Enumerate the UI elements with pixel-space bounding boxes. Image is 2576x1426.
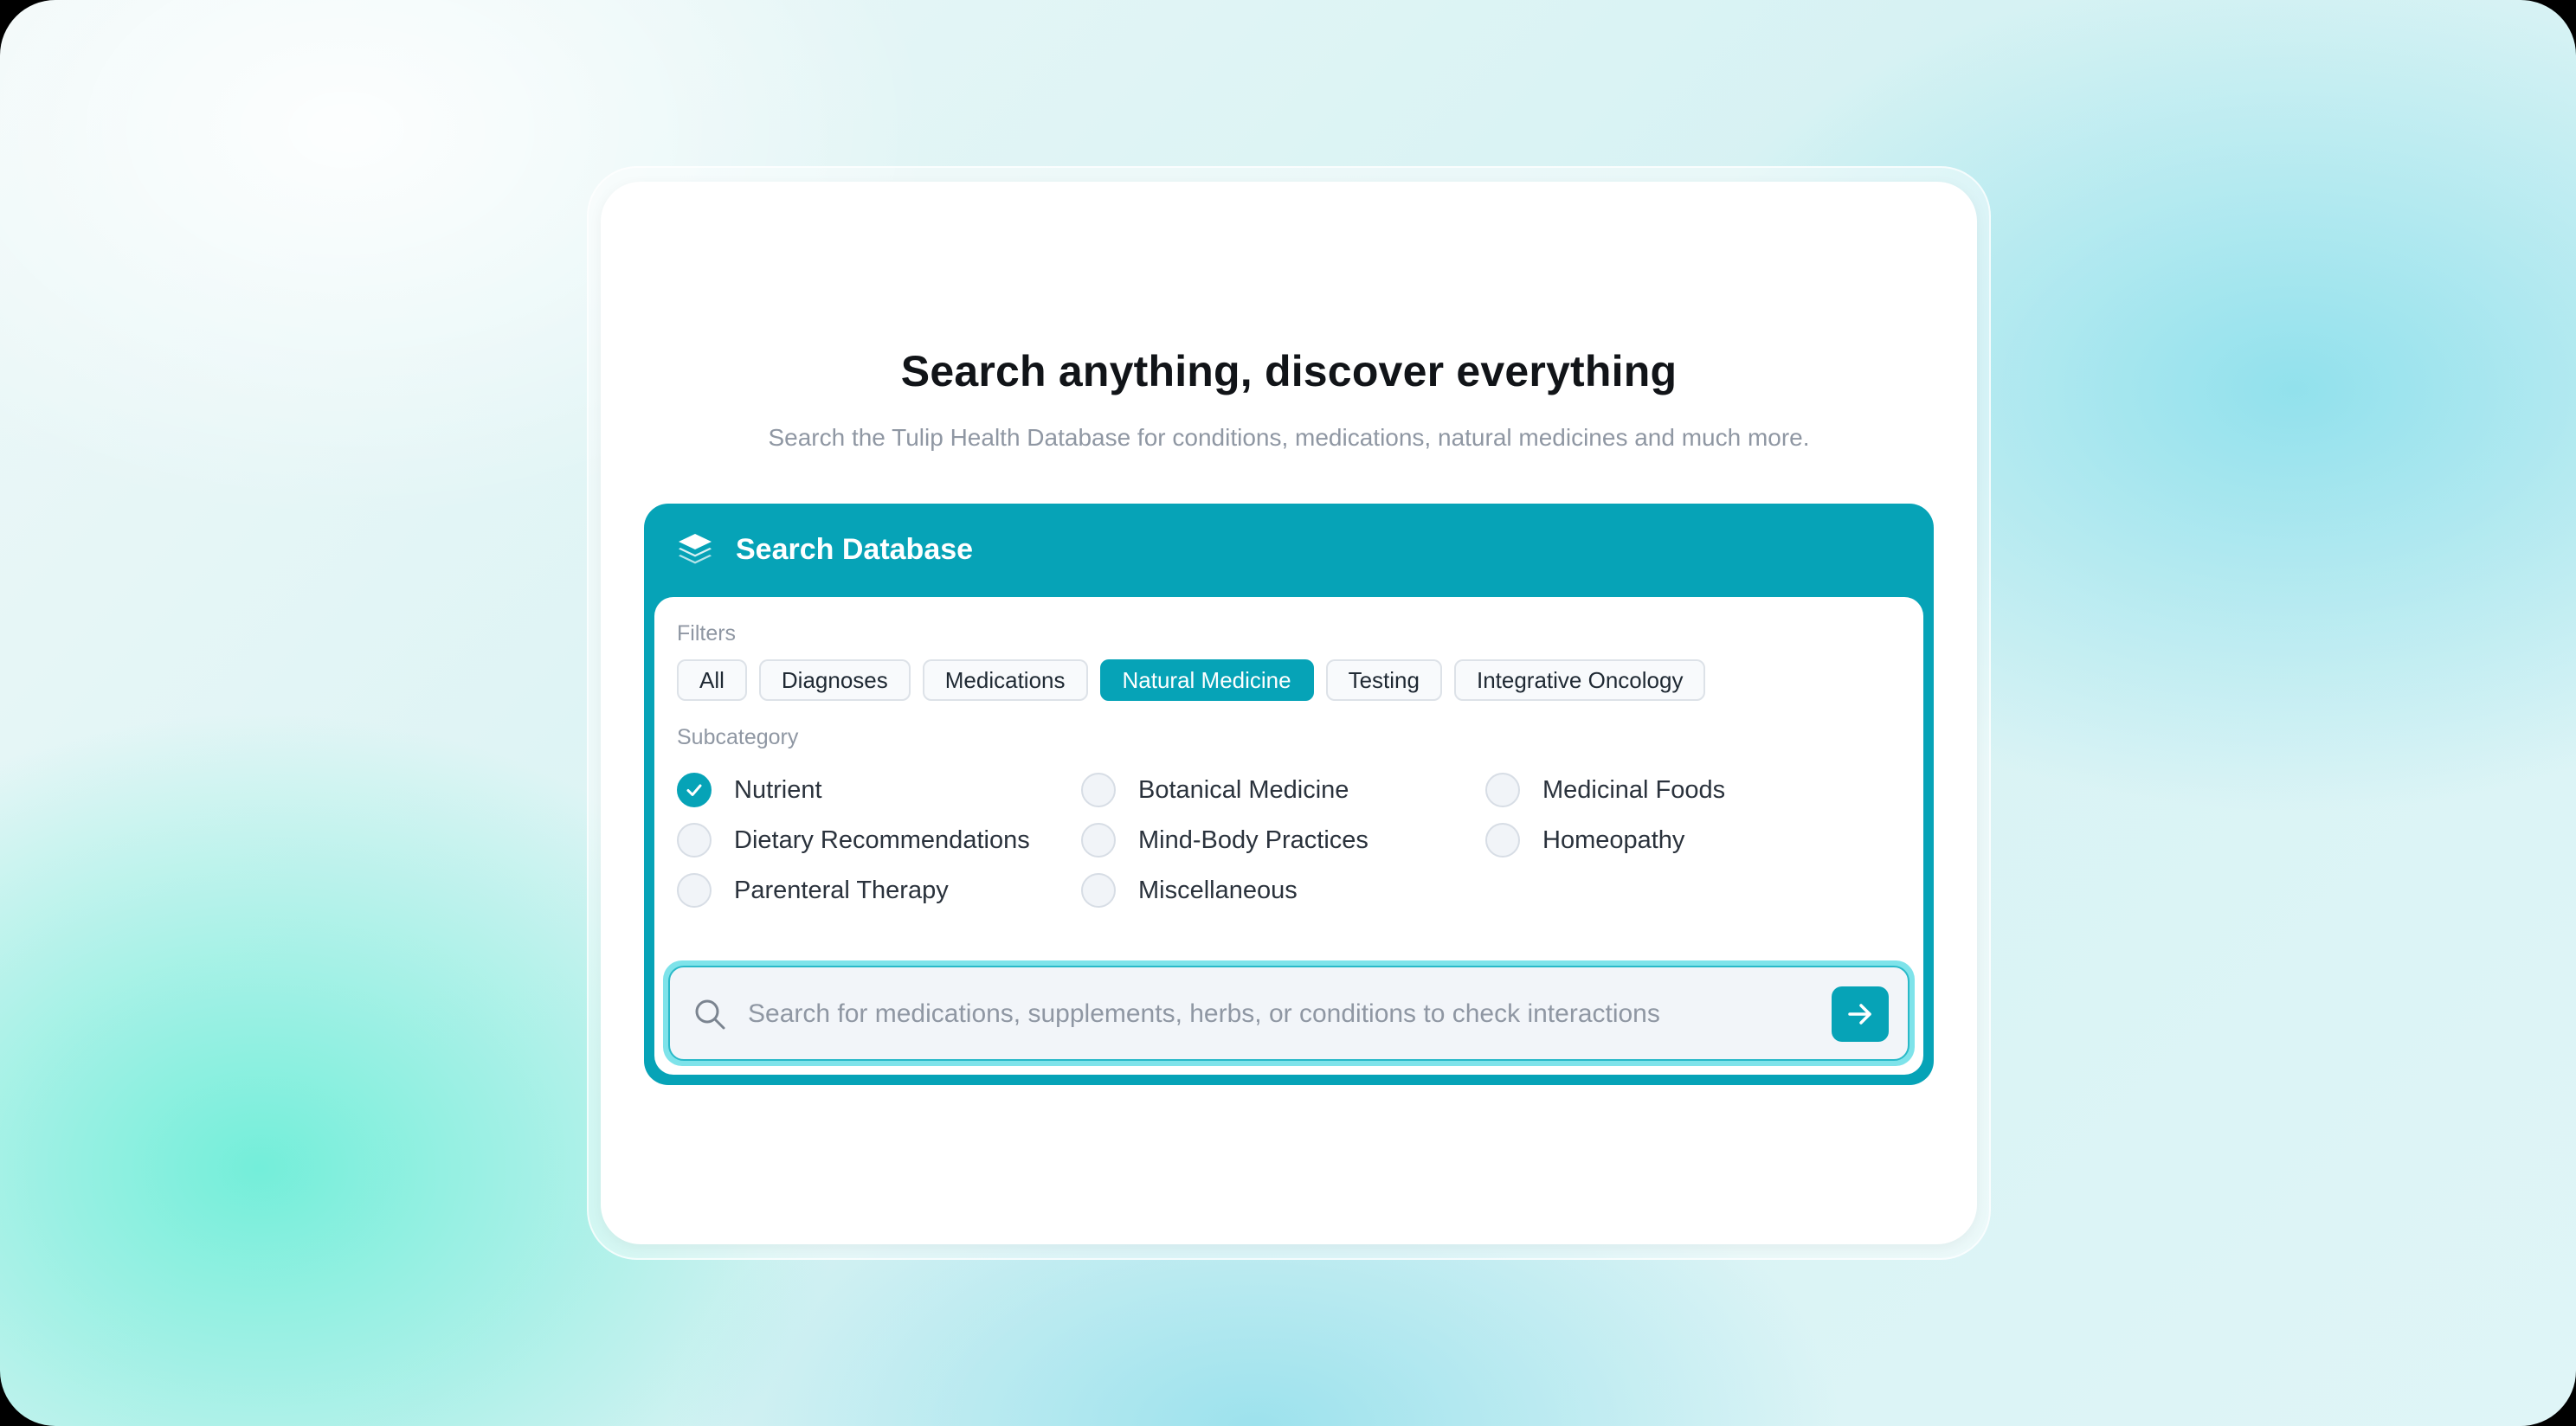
subcategory-option-medicinal-foods[interactable]: Medicinal Foods bbox=[1485, 772, 1849, 808]
filter-chip-diagnoses[interactable]: Diagnoses bbox=[758, 659, 911, 701]
subcategory-label: Subcategory bbox=[677, 725, 799, 749]
checkbox[interactable] bbox=[677, 873, 712, 908]
subcategory-option-homeopathy[interactable]: Homeopathy bbox=[1485, 822, 1849, 858]
subcategory-label-medicinal-foods: Medicinal Foods bbox=[1542, 775, 1726, 804]
subcategory-label-parenteral-therapy: Parenteral Therapy bbox=[734, 876, 949, 904]
checkbox[interactable] bbox=[1485, 773, 1520, 807]
layers-icon bbox=[679, 534, 712, 564]
filter-chip-medications[interactable]: Medications bbox=[922, 659, 1088, 701]
filter-chip-natural-medicine[interactable]: Natural Medicine bbox=[1099, 659, 1314, 701]
search-card: Search anything, discover everything Sea… bbox=[601, 182, 1977, 1244]
page-subtitle: Search the Tulip Health Database for con… bbox=[768, 424, 1810, 451]
checkbox[interactable] bbox=[1485, 823, 1520, 858]
page-title: Search anything, discover everything bbox=[900, 347, 1678, 395]
arrow-right-icon bbox=[1848, 1004, 1871, 1025]
subcategory-option-botanical-medicine[interactable]: Botanical Medicine bbox=[1081, 772, 1485, 808]
search-submit-button[interactable] bbox=[1832, 986, 1889, 1042]
subcategory-option-dietary-recommendations[interactable]: Dietary Recommendations bbox=[677, 822, 1081, 858]
filter-chip-integrative-oncology[interactable]: Integrative Oncology bbox=[1453, 659, 1706, 701]
subcategory-label-mind-body-practices: Mind-Body Practices bbox=[1138, 825, 1368, 854]
filter-chip-all[interactable]: All bbox=[677, 659, 747, 701]
panel-body: Filters All Diagnoses Medications Natural M… bbox=[654, 597, 1923, 1075]
subcategory-option-mind-body-practices[interactable]: Mind-Body Practices bbox=[1081, 822, 1485, 858]
filter-chips: All Diagnoses Medications Natural Medicine T… bbox=[677, 659, 1706, 701]
subcategory-label-homeopathy: Homeopathy bbox=[1542, 825, 1685, 854]
check-icon bbox=[686, 784, 702, 796]
subcategory-option-miscellaneous[interactable]: Miscellaneous bbox=[1081, 872, 1485, 909]
search-icon bbox=[695, 999, 725, 1030]
checkbox[interactable] bbox=[677, 823, 712, 858]
checkbox[interactable] bbox=[1081, 773, 1116, 807]
search-database-panel: Search Database Filters All Diagnoses Medi… bbox=[644, 504, 1934, 1085]
checkbox[interactable] bbox=[1081, 873, 1116, 908]
subcategory-grid: Nutrient Botanical Medicine Medicinal Food… bbox=[677, 772, 1849, 909]
subcategory-label-miscellaneous: Miscellaneous bbox=[1138, 876, 1298, 904]
subcategory-label-nutrient: Nutrient bbox=[734, 775, 822, 804]
panel-title: Search Database bbox=[736, 533, 974, 566]
filters-label: Filters bbox=[677, 621, 737, 646]
search-bar bbox=[668, 966, 1909, 1061]
subcategory-label-botanical-medicine: Botanical Medicine bbox=[1138, 775, 1349, 804]
background: Search anything, discover everything Sea… bbox=[0, 0, 2576, 1426]
search-focus-ring bbox=[663, 960, 1915, 1066]
search-input[interactable] bbox=[746, 986, 1780, 1042]
subcategory-option-parenteral-therapy[interactable]: Parenteral Therapy bbox=[677, 872, 1081, 909]
subcategory-label-dietary-recommendations: Dietary Recommendations bbox=[734, 825, 1030, 854]
checkbox[interactable] bbox=[677, 773, 712, 807]
panel-header: Search Database bbox=[644, 504, 1934, 597]
subcategory-option-nutrient[interactable]: Nutrient bbox=[677, 772, 1081, 808]
filter-chip-testing[interactable]: Testing bbox=[1325, 659, 1442, 701]
checkbox[interactable] bbox=[1081, 823, 1116, 858]
